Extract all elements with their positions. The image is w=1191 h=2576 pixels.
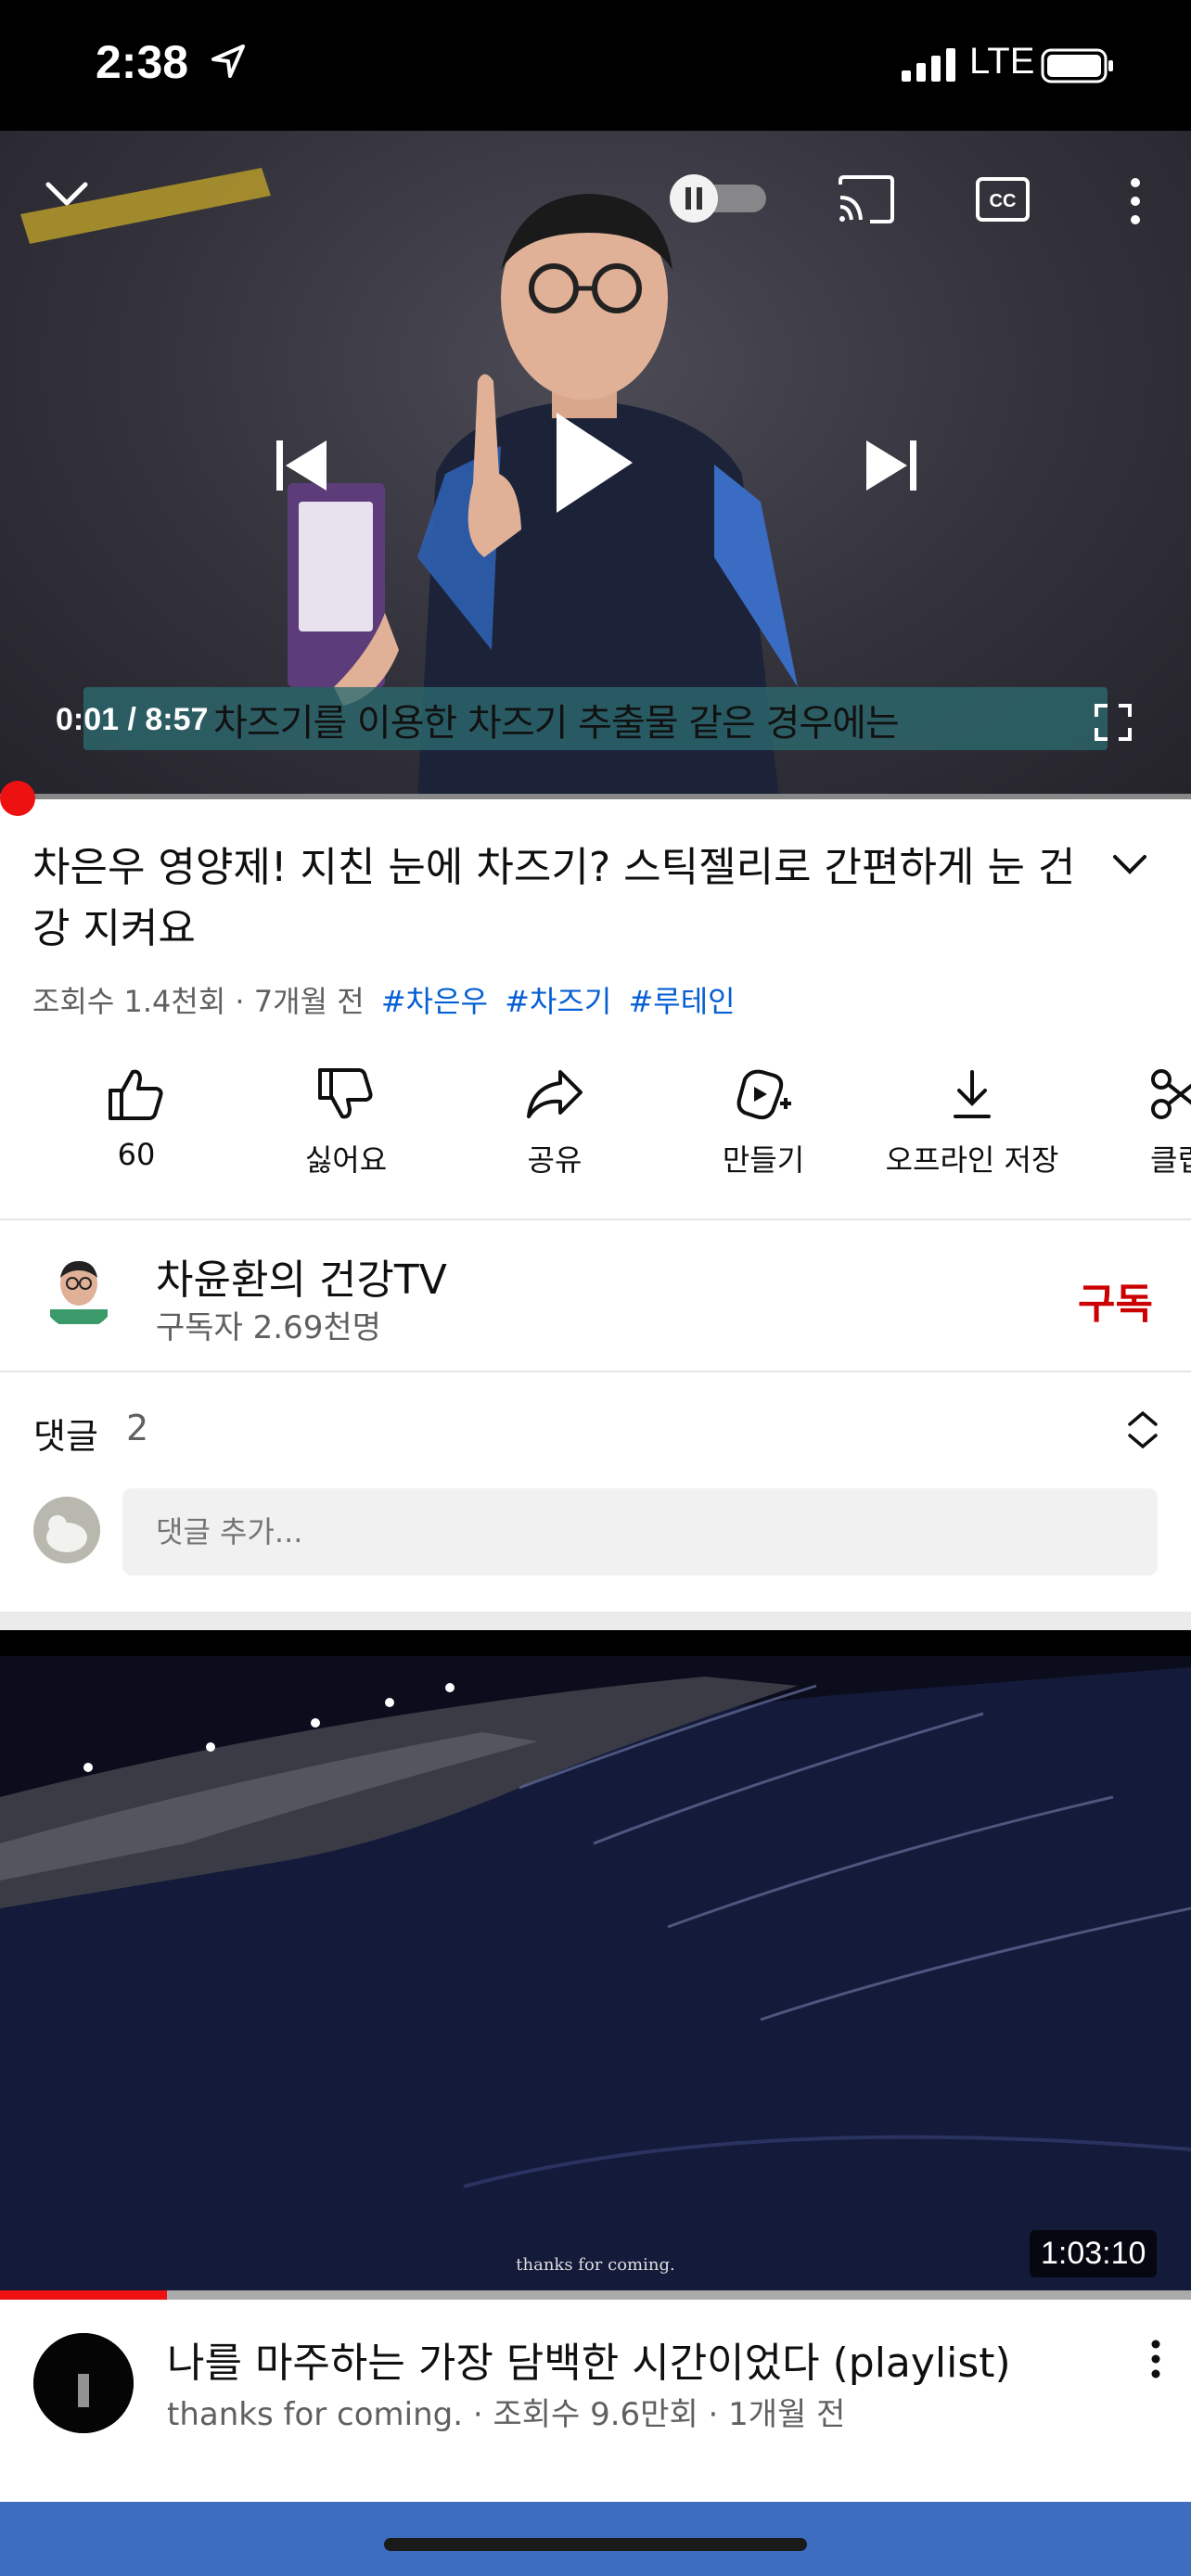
playback-time: 0:01 / 8:57: [56, 702, 209, 737]
minimize-chevron-icon[interactable]: [45, 179, 89, 209]
channel-avatar[interactable]: [41, 1254, 117, 1330]
share-button[interactable]: 공유: [462, 1066, 647, 1180]
expand-description-icon[interactable]: [1111, 851, 1148, 877]
download-label: 오프라인 저장: [885, 1142, 1059, 1178]
remix-label: 만들기: [722, 1142, 805, 1178]
watched-progress-fill: [0, 2290, 167, 2300]
scrub-track[interactable]: [0, 794, 1191, 799]
video-duration: 1:03:10: [1030, 2230, 1158, 2277]
clip-icon: [1151, 1069, 1191, 1119]
share-icon: [527, 1070, 583, 1118]
battery-icon: [1041, 48, 1113, 83]
play-icon[interactable]: [551, 409, 638, 516]
divider: [0, 1218, 1191, 1220]
autoplay-toggle[interactable]: [666, 173, 770, 223]
view-count-date: 조회수 1.4천회 · 7개월 전: [32, 984, 365, 1019]
location-icon: [211, 45, 245, 78]
subscriber-count: 구독자 2.69천명: [156, 1309, 381, 1346]
subscribe-button[interactable]: 구독: [1078, 1270, 1153, 1330]
previous-icon[interactable]: [273, 437, 330, 494]
next-video-meta: thanks for coming. · 조회수 9.6만회 · 1개월 전: [167, 2396, 846, 2433]
scrub-handle[interactable]: [0, 781, 35, 816]
comments-title[interactable]: 댓글: [33, 1408, 98, 1459]
more-options-icon[interactable]: [1146, 2339, 1165, 2379]
remix-icon: [736, 1069, 791, 1120]
dislike-label: 싫어요: [304, 1142, 388, 1178]
thumbs-down-icon: [318, 1068, 373, 1119]
clip-button[interactable]: 클립: [1095, 1066, 1191, 1180]
next-icon[interactable]: [863, 437, 920, 494]
cast-icon[interactable]: [837, 175, 896, 223]
user-avatar: [33, 1497, 100, 1563]
svg-text:CC: CC: [990, 191, 1017, 211]
status-time: 2:38: [96, 36, 189, 88]
watched-progress-track: [0, 2290, 1191, 2300]
network-label: LTE: [969, 41, 1035, 82]
signal-icon: [902, 48, 955, 82]
divider: [0, 1371, 1191, 1372]
next-channel-avatar[interactable]: [33, 2333, 134, 2433]
more-options-icon[interactable]: [1122, 177, 1148, 225]
clip-label: 클립: [1150, 1142, 1191, 1178]
hashtag-link[interactable]: #차즈기: [505, 984, 611, 1019]
video-player[interactable]: CC 차즈기를 이용한 차즈기 추출물 같은 경우에는 0:01 / 8:57: [0, 131, 1191, 797]
hashtag-link[interactable]: #차은우: [381, 984, 488, 1019]
fullscreen-icon[interactable]: [1095, 704, 1132, 741]
hashtag-link[interactable]: #루테인: [628, 984, 735, 1019]
video-meta: 조회수 1.4천회 · 7개월 전 #차은우 #차즈기 #루테인: [32, 978, 736, 1021]
home-indicator[interactable]: [384, 2538, 807, 2551]
next-video-thumbnail[interactable]: thanks for coming.: [0, 1630, 1191, 2290]
dislike-button[interactable]: 싫어요: [253, 1066, 439, 1180]
share-label: 공유: [527, 1142, 583, 1178]
channel-name[interactable]: 차윤환의 건강TV: [156, 1246, 447, 1306]
remix-button[interactable]: 만들기: [671, 1066, 856, 1180]
subtitle-text: 차즈기를 이용한 차즈기 추출물 같은 경우에는: [213, 702, 900, 745]
section-divider: [0, 1612, 1191, 1630]
download-button[interactable]: 오프라인 저장: [879, 1066, 1065, 1180]
next-video-title[interactable]: 나를 마주하는 가장 담백한 시간이었다 (playlist): [167, 2329, 1011, 2389]
expand-comments-icon[interactable]: [1126, 1409, 1159, 1450]
captions-icon[interactable]: CC: [976, 177, 1030, 222]
video-title[interactable]: 차은우 영양제! 지친 눈에 차즈기? 스틱젤리로 간편하게 눈 건강 지켜요: [32, 837, 1081, 960]
thumb-caption: thanks for coming.: [516, 2255, 674, 2275]
thumbs-up-icon: [109, 1069, 163, 1120]
like-button[interactable]: 60: [44, 1066, 229, 1172]
like-count: 60: [117, 1137, 156, 1172]
download-icon: [954, 1070, 991, 1118]
status-bar: 2:38 LTE: [0, 0, 1191, 131]
comments-count: 2: [126, 1408, 149, 1448]
add-comment-input[interactable]: [122, 1488, 1158, 1575]
